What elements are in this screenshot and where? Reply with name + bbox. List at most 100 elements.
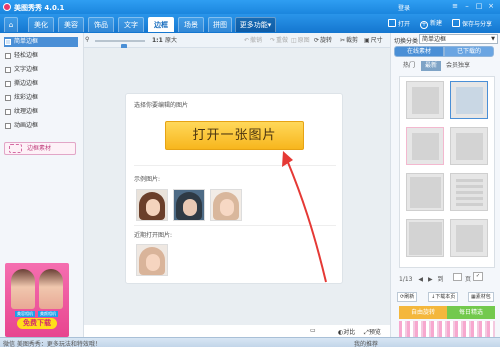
edit-toolbar: ⚲ 1:1 原大 ↶撤销 ↷重做 ◫原图 ⟳旋转 ✂裁剪 ▣尺寸 bbox=[84, 33, 390, 51]
ad-download-button[interactable]: 免费下载 bbox=[17, 318, 57, 329]
sidebar-item-texture[interactable]: 纹理边框 bbox=[4, 107, 78, 117]
material-grid bbox=[399, 76, 495, 268]
download-label: 下载本页 bbox=[435, 294, 456, 300]
filter-newest[interactable]: 最新 bbox=[421, 61, 441, 71]
undo-button[interactable]: ↶撤销 bbox=[244, 36, 262, 45]
minimize-icon[interactable]: – bbox=[462, 2, 472, 11]
border-icon bbox=[5, 53, 11, 59]
border-package-button[interactable]: 边框素材 bbox=[4, 142, 76, 155]
choose-prompt: 选择你要编辑的图片 bbox=[134, 102, 189, 109]
home-icon[interactable]: ⌂ bbox=[4, 17, 18, 32]
preview-label: 预览 bbox=[368, 329, 381, 336]
material-item[interactable] bbox=[406, 81, 444, 119]
examples-label: 示例图片: bbox=[134, 176, 161, 183]
ad-photo-1 bbox=[11, 269, 35, 309]
status-recommend[interactable]: 我的推荐 bbox=[354, 339, 378, 347]
material-item[interactable] bbox=[406, 127, 444, 165]
next-page-icon[interactable]: ▶ bbox=[428, 276, 433, 283]
go-page-icon[interactable]: ✓ bbox=[473, 272, 483, 281]
page-number-input[interactable] bbox=[453, 273, 462, 281]
example-thumbnail[interactable] bbox=[173, 189, 205, 221]
border-package-icon bbox=[9, 144, 22, 153]
ad-photo-2 bbox=[39, 269, 63, 309]
material-item[interactable] bbox=[450, 127, 488, 165]
new-button[interactable]: + 新建 bbox=[420, 19, 442, 29]
menu-icon[interactable]: ≡ bbox=[450, 2, 460, 11]
fit-button[interactable]: 原大 bbox=[165, 36, 177, 45]
zoom-slider[interactable] bbox=[95, 40, 145, 51]
ad-tag: 美颜相机 bbox=[38, 311, 58, 317]
resize-label: 尺寸 bbox=[370, 37, 383, 44]
chevron-down-icon: ▼ bbox=[491, 36, 495, 42]
tab-decorations[interactable]: 饰品 bbox=[88, 17, 114, 32]
maximize-icon[interactable]: □ bbox=[474, 2, 484, 11]
library-button[interactable]: ▦素材包 bbox=[468, 292, 494, 302]
material-item[interactable] bbox=[406, 219, 444, 257]
canvas-bottom-bar: ▭ ◐对比 ⤢预览 bbox=[306, 325, 390, 337]
open-button[interactable]: 打开 bbox=[388, 19, 410, 29]
login-link[interactable]: 登录 bbox=[398, 3, 410, 12]
preview-button[interactable]: ⤢预览 bbox=[364, 327, 381, 337]
new-label: 新建 bbox=[430, 20, 443, 27]
sidebar-item-label: 文字边框 bbox=[14, 66, 39, 73]
rotate-button[interactable]: ⟳旋转 bbox=[314, 36, 332, 45]
sidebar-item-animated[interactable]: 动画边框 bbox=[4, 121, 78, 131]
open-image-button[interactable]: 打开一张图片 bbox=[165, 121, 304, 150]
sidebar-item-simple[interactable]: 简单边框 bbox=[4, 37, 78, 47]
ratio-button[interactable]: 1:1 bbox=[152, 36, 163, 45]
redo-button[interactable]: ↷重做 bbox=[270, 36, 288, 45]
recent-thumbnail[interactable] bbox=[136, 244, 168, 276]
library-label: 素材包 bbox=[475, 294, 491, 300]
tab-beautify[interactable]: 美化 bbox=[28, 17, 54, 32]
banner-daily-picks[interactable]: 每日精选 bbox=[447, 306, 495, 319]
compare-icon[interactable]: ▭ bbox=[310, 327, 316, 334]
refresh-button[interactable]: ⟳刷新 bbox=[397, 292, 418, 302]
tab-text[interactable]: 文字 bbox=[118, 17, 144, 32]
material-preview bbox=[456, 87, 483, 114]
promo-ad[interactable]: 美容相机 美颜相机 免费下载 bbox=[5, 263, 69, 337]
sidebar-item-easy[interactable]: 轻松边框 bbox=[4, 51, 78, 61]
tab-more-functions[interactable]: 更多功能▾ bbox=[235, 17, 276, 32]
filter-hot[interactable]: 热门 bbox=[399, 61, 419, 71]
pagination: 1/13 ◀ ▶ 到 bbox=[399, 274, 444, 283]
compare-button[interactable]: ◐对比 bbox=[338, 327, 355, 336]
original-button[interactable]: ◫原图 bbox=[291, 36, 310, 45]
crop-button[interactable]: ✂裁剪 bbox=[340, 36, 358, 45]
sidebar-item-colorful[interactable]: 炫彩边框 bbox=[4, 93, 78, 103]
sidebar-item-text[interactable]: 文字边框 bbox=[4, 65, 78, 75]
tab-beauty[interactable]: 美容 bbox=[58, 17, 84, 32]
material-preview bbox=[456, 225, 483, 252]
filter-vip[interactable]: 会员独享 bbox=[443, 61, 473, 71]
example-thumbnail[interactable] bbox=[136, 189, 168, 221]
save-share-button[interactable]: 保存与分享 bbox=[452, 19, 492, 29]
category-value: 简单边框 bbox=[422, 36, 447, 43]
tab-border[interactable]: 边框 bbox=[148, 17, 174, 32]
refresh-label: 刷新 bbox=[404, 294, 415, 300]
material-item[interactable] bbox=[450, 81, 488, 119]
material-item[interactable] bbox=[406, 173, 444, 211]
plus-icon: + bbox=[420, 21, 428, 29]
prev-page-icon[interactable]: ◀ bbox=[418, 276, 423, 283]
original-label: 原图 bbox=[297, 37, 310, 44]
download-page-button[interactable]: ↓下载本页 bbox=[428, 292, 459, 302]
resize-icon: ▣ bbox=[364, 37, 370, 44]
tab-online-materials[interactable]: 在线素材 bbox=[394, 46, 444, 57]
material-preview bbox=[412, 87, 439, 114]
example-thumbnail[interactable] bbox=[210, 189, 242, 221]
resize-button[interactable]: ▣尺寸 bbox=[364, 36, 383, 45]
open-label: 打开 bbox=[398, 21, 411, 28]
material-preview bbox=[412, 133, 439, 160]
tab-downloaded[interactable]: 已下载的 bbox=[444, 46, 494, 57]
tab-collage[interactable]: 拼图 bbox=[208, 17, 232, 32]
material-item[interactable] bbox=[450, 219, 488, 257]
close-icon[interactable]: × bbox=[486, 2, 496, 11]
material-preview bbox=[409, 222, 442, 255]
material-item[interactable] bbox=[450, 173, 488, 211]
tab-scene[interactable]: 场景 bbox=[178, 17, 204, 32]
category-select[interactable]: 简单边框 ▼ bbox=[419, 34, 498, 44]
banner-free-rotate[interactable]: 自由旋转 bbox=[399, 306, 447, 319]
material-preview bbox=[456, 179, 483, 206]
sidebar-item-torn[interactable]: 撕边边框 bbox=[4, 79, 78, 89]
border-icon bbox=[5, 81, 11, 87]
banner-pattern[interactable] bbox=[399, 321, 495, 337]
